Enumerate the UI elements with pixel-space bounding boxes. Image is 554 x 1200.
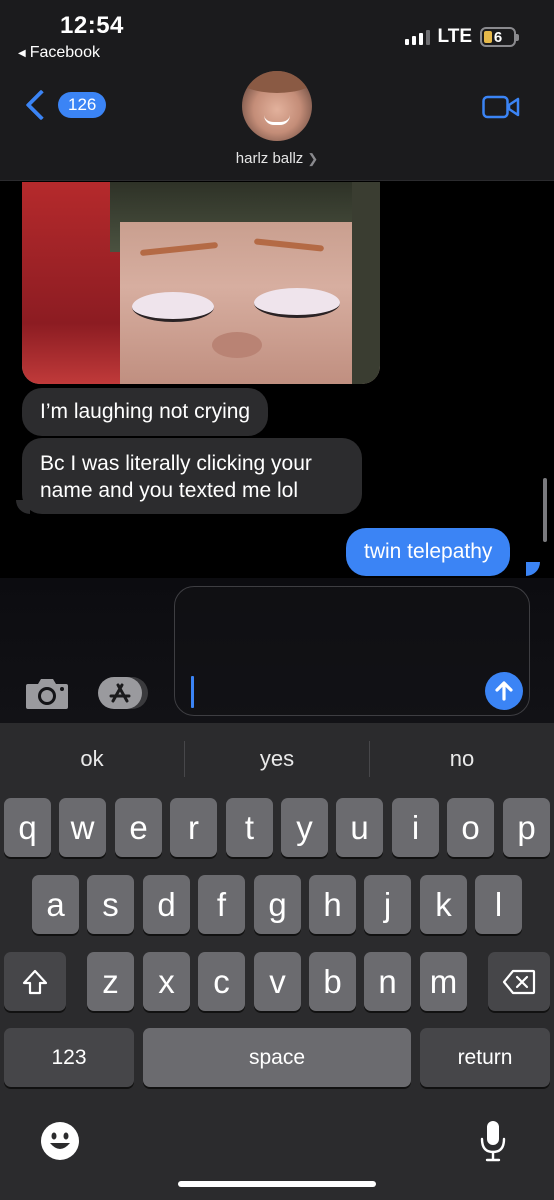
key-g[interactable]: g <box>254 875 301 934</box>
back-to-app-link[interactable]: ◀ Facebook <box>18 44 100 62</box>
status-time: 12:54 <box>60 12 124 39</box>
composer-bar <box>0 578 554 723</box>
chevron-right-icon: ❯ <box>307 151 319 166</box>
key-w[interactable]: w <box>59 798 106 857</box>
space-key[interactable]: space <box>143 1028 411 1087</box>
chevron-left-icon <box>25 89 57 121</box>
contact-avatar[interactable] <box>242 71 312 141</box>
key-n[interactable]: n <box>364 952 411 1011</box>
key-h[interactable]: h <box>309 875 356 934</box>
key-k[interactable]: k <box>420 875 467 934</box>
network-type: LTE <box>437 26 472 47</box>
prediction-yes[interactable]: yes <box>185 723 369 795</box>
key-i[interactable]: i <box>392 798 439 857</box>
message-text-line: name and you texted me lol <box>40 479 298 502</box>
back-app-label: Facebook <box>29 44 100 61</box>
bubble-tail <box>526 562 540 576</box>
backspace-icon <box>502 969 536 994</box>
app-store-icon[interactable] <box>98 676 150 710</box>
key-r[interactable]: r <box>170 798 217 857</box>
keyboard: ok yes no q w e r t y u i o p a s d f g … <box>0 723 554 1200</box>
home-indicator[interactable] <box>178 1181 376 1187</box>
message-text: I’m laughing not crying <box>40 400 251 423</box>
numbers-key[interactable]: 123 <box>4 1028 134 1087</box>
key-s[interactable]: s <box>87 875 134 934</box>
shift-icon <box>22 969 48 994</box>
camera-icon[interactable] <box>24 675 70 711</box>
text-cursor <box>191 676 194 708</box>
send-arrow-icon <box>495 681 513 701</box>
shift-key[interactable] <box>4 952 66 1011</box>
contact-name-button[interactable]: harlz ballz ❯ <box>0 150 554 167</box>
return-key[interactable]: return <box>420 1028 550 1087</box>
message-text-line: Bc I was literally clicking your <box>40 452 312 475</box>
key-z[interactable]: z <box>87 952 134 1011</box>
key-o[interactable]: o <box>447 798 494 857</box>
prediction-no[interactable]: no <box>370 723 554 795</box>
conversation-header: 12:54 ◀ Facebook LTE 6 126 harlz ballz ❯ <box>0 0 554 181</box>
key-e[interactable]: e <box>115 798 162 857</box>
message-thread[interactable]: I’m laughing not crying Bc I was literal… <box>0 182 554 582</box>
back-button[interactable]: 126 <box>22 89 107 121</box>
scroll-indicator[interactable] <box>543 478 547 542</box>
key-b[interactable]: b <box>309 952 356 1011</box>
backspace-key[interactable] <box>488 952 550 1011</box>
key-a[interactable]: a <box>32 875 79 934</box>
contact-name: harlz ballz <box>235 150 304 167</box>
message-text: twin telepathy <box>364 540 493 563</box>
back-triangle-icon: ◀ <box>18 47 26 59</box>
key-j[interactable]: j <box>364 875 411 934</box>
signal-icon <box>404 29 430 45</box>
bubble-tail <box>16 500 30 514</box>
message-photo[interactable] <box>22 182 380 384</box>
key-d[interactable]: d <box>143 875 190 934</box>
key-l[interactable]: l <box>475 875 522 934</box>
emoji-icon[interactable] <box>40 1121 80 1161</box>
battery-level: 6 <box>493 28 503 46</box>
key-f[interactable]: f <box>198 875 245 934</box>
send-button[interactable] <box>485 672 523 710</box>
key-p[interactable]: p <box>503 798 550 857</box>
prediction-ok[interactable]: ok <box>0 723 184 795</box>
microphone-icon[interactable] <box>478 1119 508 1163</box>
key-c[interactable]: c <box>198 952 245 1011</box>
status-indicators: LTE 6 <box>404 26 519 48</box>
video-camera-icon[interactable] <box>482 95 520 119</box>
message-input[interactable] <box>174 586 530 716</box>
key-y[interactable]: y <box>281 798 328 857</box>
key-v[interactable]: v <box>254 952 301 1011</box>
key-u[interactable]: u <box>336 798 383 857</box>
key-x[interactable]: x <box>143 952 190 1011</box>
unread-count-badge: 126 <box>58 92 107 118</box>
message-bubble-outgoing[interactable]: twin telepathy <box>346 528 511 576</box>
message-bubble-incoming[interactable]: Bc I was literally clicking your name an… <box>22 438 362 514</box>
key-t[interactable]: t <box>226 798 273 857</box>
battery-icon: 6 <box>480 27 519 47</box>
key-q[interactable]: q <box>4 798 51 857</box>
key-m[interactable]: m <box>420 952 467 1011</box>
message-bubble-incoming[interactable]: I’m laughing not crying <box>22 388 269 436</box>
